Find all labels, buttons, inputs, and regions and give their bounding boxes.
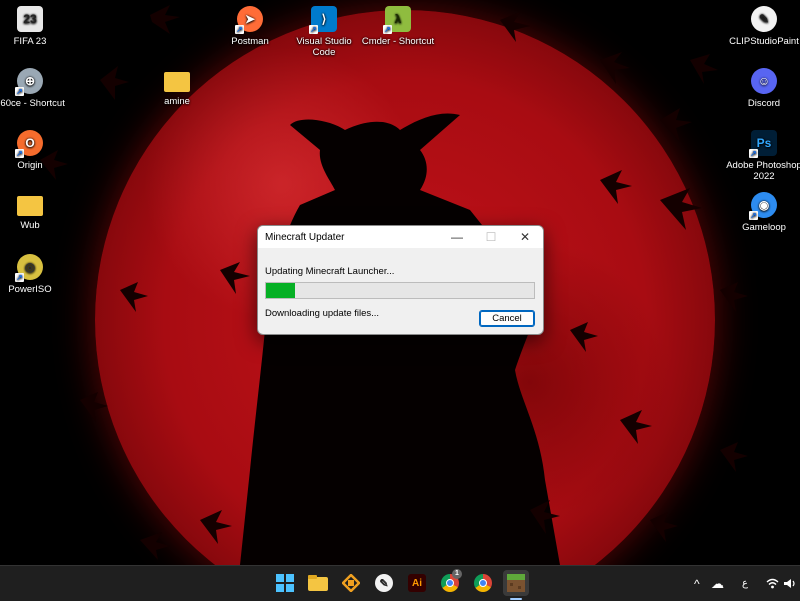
illustrator-button[interactable]: Ai xyxy=(406,572,428,594)
clipstudio-icon: ✎ xyxy=(375,574,393,592)
close-button[interactable]: ✕ xyxy=(508,226,542,248)
maximize-button: ☐ xyxy=(474,226,508,248)
desktop-icon-clipstudiopaint[interactable]: ✎ CLIPStudioPaint xyxy=(726,6,800,47)
start-button[interactable] xyxy=(274,572,296,594)
chrome-icon xyxy=(474,574,492,592)
chrome-icon: 1 xyxy=(441,569,462,592)
desktop-icon-cmder[interactable]: λ ↗ Cmder - Shortcut xyxy=(360,6,436,47)
fifa-icon: 23 xyxy=(17,6,43,32)
discord-icon: ☺ xyxy=(751,68,777,94)
minimize-icon: — xyxy=(451,230,463,244)
notification-badge: 1 xyxy=(452,569,462,579)
volume-button[interactable] xyxy=(784,566,797,601)
language-indicator: ع xyxy=(742,578,748,589)
taskbar-app-button[interactable] xyxy=(340,572,362,594)
desktop-icon-origin[interactable]: O ↗ Origin xyxy=(0,130,68,171)
chevron-up-icon: ^ xyxy=(694,576,700,591)
maximize-icon: ☐ xyxy=(485,230,497,244)
photoshop-icon: Ps ↗ xyxy=(749,130,777,158)
clipstudio-icon: ✎ xyxy=(751,6,777,32)
start-icon xyxy=(276,574,294,592)
minecraft-button[interactable] xyxy=(503,570,529,596)
dialog-titlebar[interactable]: Minecraft Updater — ☐ ✕ xyxy=(258,226,543,248)
minecraft-icon xyxy=(507,574,525,592)
taskbar: ✎ Ai 1 ^ ☁ ع xyxy=(0,565,800,601)
language-button[interactable]: ع xyxy=(742,566,748,601)
desktop-icon-amine[interactable]: amine xyxy=(139,68,215,107)
illustrator-icon: Ai xyxy=(408,574,426,592)
gameloop-icon: ◉ ↗ xyxy=(749,192,777,220)
cloud-icon: ☁ xyxy=(711,575,724,591)
wifi-icon xyxy=(766,578,779,589)
desktop-icon-photoshop[interactable]: Ps ↗ Adobe Photoshop 2022 xyxy=(726,130,800,182)
vscode-icon: ⟩ ↗ xyxy=(309,6,337,34)
cmder-icon: λ ↗ xyxy=(383,6,411,34)
onedrive-button[interactable]: ☁ xyxy=(711,566,724,601)
cancel-button[interactable]: Cancel xyxy=(479,310,535,327)
dialog-title: Minecraft Updater xyxy=(265,232,345,243)
desktop-icon-360ce[interactable]: ⊕ ↗ 360ce - Shortcut xyxy=(0,68,68,109)
desktop-icon-discord[interactable]: ☺ Discord xyxy=(726,68,800,109)
file-explorer-icon xyxy=(308,575,328,591)
close-icon: ✕ xyxy=(519,230,531,244)
desktop-icon-vscode[interactable]: ⟩ ↗ Visual Studio Code xyxy=(286,6,362,58)
desktop-icon-gameloop[interactable]: ◉ ↗ Gameloop xyxy=(726,192,800,233)
folder-icon xyxy=(164,72,190,92)
minimize-button[interactable]: — xyxy=(440,226,474,248)
origin-icon: O ↗ xyxy=(15,130,43,158)
desktop-icon-fifa23[interactable]: 23 FIFA 23 xyxy=(0,6,68,47)
desktop-icon-wub[interactable]: Wub xyxy=(0,192,68,231)
desktop-icon-postman[interactable]: ➤ ↗ Postman xyxy=(212,6,288,47)
status-text: Updating Minecraft Launcher... xyxy=(265,266,395,277)
poweriso-icon: ◎ ↗ xyxy=(15,254,43,282)
clipstudio-taskbar-button[interactable]: ✎ xyxy=(373,572,395,594)
gamepad-icon: ⊕ ↗ xyxy=(15,68,43,96)
minecraft-updater-dialog: Minecraft Updater — ☐ ✕ Updating Minecra… xyxy=(257,225,544,335)
postman-icon: ➤ ↗ xyxy=(235,6,263,34)
app-icon xyxy=(342,574,360,592)
chrome-button-1[interactable]: 1 xyxy=(439,569,462,594)
speaker-icon xyxy=(784,579,795,588)
chrome-button-2[interactable] xyxy=(472,572,494,594)
progress-fill xyxy=(266,283,296,298)
network-button[interactable] xyxy=(766,566,779,601)
detail-text: Downloading update files... xyxy=(265,308,380,319)
progress-bar xyxy=(265,282,535,299)
file-explorer-button[interactable] xyxy=(307,572,329,594)
desktop-icon-poweriso[interactable]: ◎ ↗ PowerISO xyxy=(0,254,68,295)
folder-icon xyxy=(17,196,43,216)
tray-overflow-button[interactable]: ^ xyxy=(694,566,700,601)
